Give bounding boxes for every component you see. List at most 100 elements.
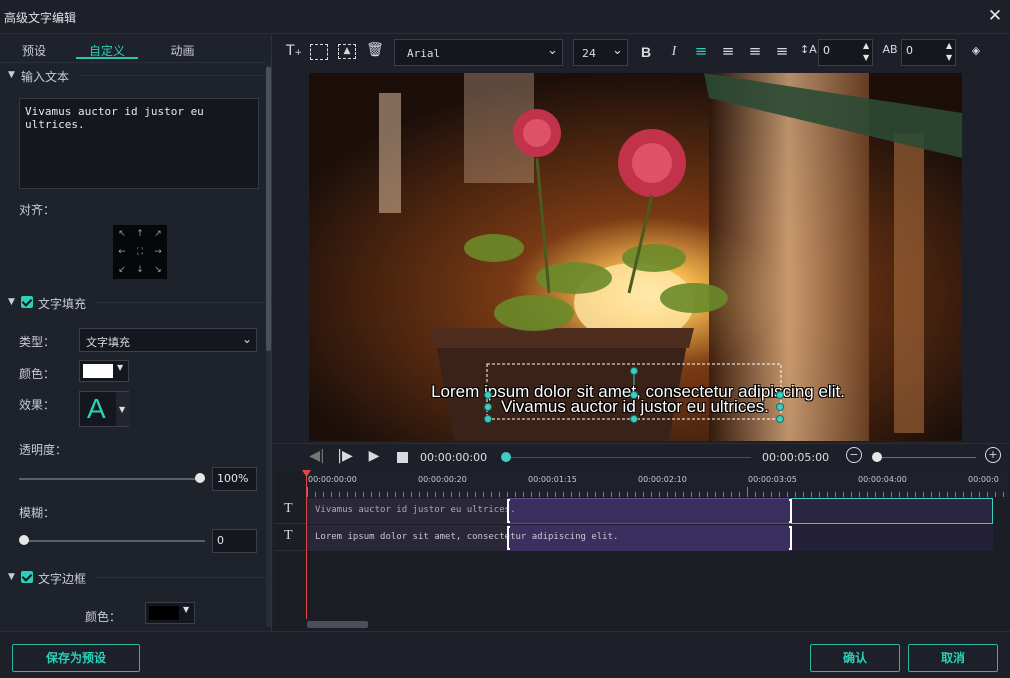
align-top-icon[interactable]: ↑ (134, 228, 146, 240)
video-preview[interactable]: Lorem ipsum dolor sit amet, consectetur … (309, 73, 962, 441)
alignment-grid[interactable]: ↖ ↑ ↗ ← ⛶ → ↙ ↓ ↘ (113, 225, 167, 279)
text-box-icon[interactable] (310, 44, 328, 60)
rotate-handle[interactable] (630, 367, 638, 375)
zoom-in-icon[interactable]: + (985, 447, 1001, 463)
ruler-tick (987, 492, 988, 497)
ruler-tick (883, 492, 884, 497)
text-input-area[interactable]: Vivamus auctor id justor eu ultrices. (19, 98, 259, 189)
resize-handle-right[interactable] (776, 403, 784, 411)
save-preset-button[interactable]: 保存为预设 (12, 644, 140, 672)
align-bottom-left-icon[interactable]: ↙ (116, 264, 128, 276)
stepper-icon[interactable]: ▲ ▼ (863, 40, 869, 64)
ruler-tick (411, 492, 412, 497)
align-bottom-icon[interactable]: ↓ (134, 264, 146, 276)
ruler-tick (843, 492, 844, 497)
fill-color-picker[interactable]: ▼ (79, 360, 129, 382)
ruler-tick (683, 492, 684, 497)
align-center-icon[interactable]: ⛶ (134, 246, 146, 258)
timeline-scrollbar-track[interactable] (307, 620, 1007, 629)
clip-trim-right[interactable] (789, 526, 792, 550)
zoom-out-icon[interactable]: − (846, 447, 862, 463)
stop-icon[interactable] (397, 452, 408, 463)
zoom-slider-handle[interactable] (872, 452, 882, 462)
chevron-down-icon: ⌄ (612, 43, 623, 58)
play-icon[interactable]: ▶ (365, 448, 383, 464)
blur-slider-handle[interactable] (19, 535, 29, 545)
font-size-select[interactable]: 24 ⌄ (573, 39, 628, 66)
text-track-clip[interactable]: Lorem ipsum dolor sit amet, consectetur … (307, 525, 993, 551)
tab-animation[interactable]: 动画 (160, 42, 205, 60)
panel-scrollbar-thumb[interactable] (266, 67, 271, 351)
opacity-slider-handle[interactable] (195, 473, 205, 483)
resize-handle-top[interactable] (630, 391, 638, 399)
resize-handle-top-left[interactable] (484, 391, 492, 399)
resize-handle-bottom-right[interactable] (776, 415, 784, 423)
playhead-knob[interactable] (501, 452, 511, 462)
ruler-label: 00:00:01:15 (528, 475, 577, 484)
text-border-checkbox[interactable] (21, 571, 33, 583)
border-color-picker[interactable]: ▼ (145, 602, 195, 624)
prev-frame-icon[interactable]: ◀| (308, 448, 326, 464)
chevron-down-icon: ⌄ (547, 43, 558, 58)
ruler-tick (363, 492, 364, 497)
ruler-tick (699, 492, 700, 497)
zoom-slider-track[interactable] (882, 457, 976, 458)
progress-track[interactable] (511, 457, 751, 458)
align-left-text-icon[interactable]: ≡ (692, 42, 710, 60)
ruler-tick (619, 492, 620, 497)
font-family-select[interactable]: Arial ⌄ (394, 39, 563, 66)
char-spacing-field[interactable]: 0 ▲ ▼ (901, 39, 956, 66)
italic-button[interactable]: I (665, 44, 683, 60)
align-left-icon[interactable]: ← (116, 246, 128, 258)
cancel-button[interactable]: 取消 (908, 644, 998, 672)
blur-slider-track[interactable] (19, 540, 205, 542)
playhead-line[interactable] (306, 471, 307, 619)
justify-text-icon[interactable]: ≡ (773, 42, 791, 60)
add-image-icon[interactable]: ▲ (338, 44, 356, 59)
preview-text-line-2[interactable]: Vivamus auctor id justor eu ultrices. (489, 397, 781, 417)
border-color-swatch (149, 606, 179, 620)
opacity-slider-track[interactable] (19, 478, 205, 480)
blur-value-field[interactable]: 0 (212, 529, 257, 553)
ok-button[interactable]: 确认 (810, 644, 900, 672)
line-spacing-field[interactable]: 0 ▲ ▼ (818, 39, 873, 66)
align-top-left-icon[interactable]: ↖ (116, 228, 128, 240)
resize-handle-left[interactable] (484, 403, 492, 411)
fill-type-select[interactable]: 文字填充 ⌄ (79, 328, 257, 352)
input-text-header[interactable]: ▼ 输入文本 (0, 63, 266, 87)
opacity-value-field[interactable]: 100% (212, 467, 257, 491)
text-border-header[interactable]: ▼ 文字边框 (0, 565, 266, 589)
ruler-tick (643, 492, 644, 497)
resize-handle-bottom-left[interactable] (484, 415, 492, 423)
effect-picker[interactable]: A ▼ (79, 391, 129, 427)
ruler-tick (443, 492, 444, 497)
next-frame-icon[interactable]: |▶ (336, 448, 354, 464)
ruler-tick (387, 492, 388, 497)
trash-icon[interactable]: 🗑 (366, 42, 384, 58)
clip-trim-left[interactable] (507, 526, 510, 550)
align-top-right-icon[interactable]: ↗ (152, 228, 164, 240)
clip-trim-left[interactable] (507, 499, 510, 523)
resize-handle-top-right[interactable] (776, 391, 784, 399)
timeline-scrollbar-thumb[interactable] (307, 621, 368, 628)
stepper-icon[interactable]: ▲ ▼ (946, 40, 952, 64)
text-track-clip[interactable]: Vivamus auctor id justor eu ultrices. (307, 498, 993, 524)
keyframe-icon[interactable]: ◈ (968, 44, 984, 57)
tab-presets[interactable]: 预设 (14, 42, 54, 60)
ruler-tick (979, 492, 980, 497)
close-icon[interactable]: ✕ (986, 6, 1004, 26)
bold-button[interactable]: B (637, 44, 655, 60)
add-text-icon[interactable]: T+ (284, 43, 304, 59)
align-right-text-icon[interactable]: ≡ (746, 42, 764, 60)
align-center-text-icon[interactable]: ≡ (719, 42, 737, 60)
text-fill-header[interactable]: ▼ 文字填充 (0, 290, 266, 314)
dropdown-arrow-icon: ▼ (117, 363, 124, 372)
time-ruler[interactable]: 00:00:00:00 00:00:00:20 00:00:01:15 00:0… (307, 471, 1008, 497)
resize-handle-bottom[interactable] (630, 415, 638, 423)
align-right-icon[interactable]: → (152, 246, 164, 258)
text-fill-checkbox[interactable] (21, 296, 33, 308)
ruler-tick (891, 492, 892, 497)
ruler-tick (451, 492, 452, 497)
clip-trim-right[interactable] (789, 499, 792, 523)
align-bottom-right-icon[interactable]: ↘ (152, 264, 164, 276)
